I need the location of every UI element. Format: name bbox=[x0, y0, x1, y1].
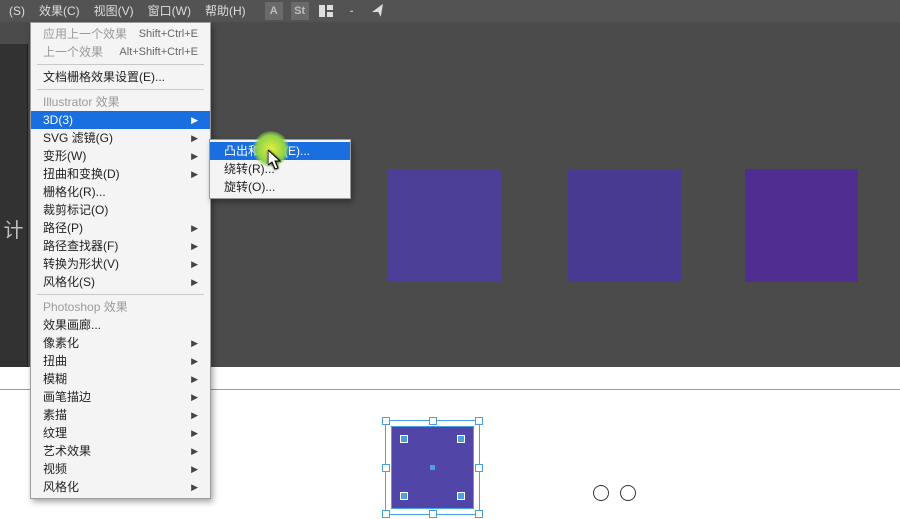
illustrator-header: Illustrator 效果 bbox=[31, 93, 210, 111]
handle-br[interactable] bbox=[475, 510, 483, 518]
effect-cropmarks[interactable]: 裁剪标记(O) bbox=[31, 201, 210, 219]
effect-svg-filters[interactable]: SVG 滤镜(G)▶ bbox=[31, 129, 210, 147]
effect-rasterize[interactable]: 栅格化(R)... bbox=[31, 183, 210, 201]
menu-view[interactable]: 视图(V) bbox=[87, 0, 141, 22]
swatch-2[interactable] bbox=[568, 169, 681, 282]
menu-effect[interactable]: 效果(C) bbox=[32, 0, 87, 22]
selected-shape[interactable] bbox=[385, 420, 480, 515]
rotate-3d[interactable]: 旋转(O)... bbox=[210, 178, 350, 196]
swatch-3[interactable] bbox=[745, 169, 858, 282]
effect-pixelate[interactable]: 像素化▶ bbox=[31, 334, 210, 352]
effect-texture[interactable]: 纹理▶ bbox=[31, 424, 210, 442]
circle-object-1[interactable] bbox=[593, 485, 609, 501]
effect-warp[interactable]: 变形(W)▶ bbox=[31, 147, 210, 165]
arrange-icon[interactable] bbox=[317, 2, 335, 20]
handle-mr[interactable] bbox=[475, 464, 483, 472]
handle-ml[interactable] bbox=[382, 464, 390, 472]
submenu-3d: 凸出和斜角(E)... 绕转(R)... 旋转(O)... bbox=[209, 139, 351, 199]
effect-ps-stylize[interactable]: 风格化▶ bbox=[31, 478, 210, 496]
swatch-1[interactable] bbox=[388, 169, 501, 282]
photoshop-header: Photoshop 效果 bbox=[31, 298, 210, 316]
apply-last-effect: 应用上一个效果 Shift+Ctrl+E bbox=[31, 25, 210, 43]
effect-menu: 应用上一个效果 Shift+Ctrl+E 上一个效果 Alt+Shift+Ctr… bbox=[30, 22, 211, 499]
handle-tl[interactable] bbox=[382, 417, 390, 425]
effect-sketch[interactable]: 素描▶ bbox=[31, 406, 210, 424]
handle-tr[interactable] bbox=[475, 417, 483, 425]
stock-icon[interactable]: St bbox=[291, 2, 309, 20]
circle-object-2[interactable] bbox=[620, 485, 636, 501]
handle-bl[interactable] bbox=[382, 510, 390, 518]
effect-stylize-ai[interactable]: 风格化(S)▶ bbox=[31, 273, 210, 291]
effect-3d[interactable]: 3D(3)▶ bbox=[31, 111, 210, 129]
last-effect: 上一个效果 Alt+Shift+Ctrl+E bbox=[31, 43, 210, 61]
handle-tm[interactable] bbox=[429, 417, 437, 425]
doc-glyph: 计 bbox=[4, 214, 24, 243]
plane-icon[interactable] bbox=[369, 2, 387, 20]
effect-ps-distort[interactable]: 扭曲▶ bbox=[31, 352, 210, 370]
menu-window[interactable]: 窗口(W) bbox=[141, 0, 198, 22]
menu-s[interactable]: (S) bbox=[2, 0, 32, 22]
effect-distort[interactable]: 扭曲和变换(D)▶ bbox=[31, 165, 210, 183]
effect-artistic[interactable]: 艺术效果▶ bbox=[31, 442, 210, 460]
center-point[interactable] bbox=[430, 465, 435, 470]
font-a-icon[interactable]: A bbox=[265, 2, 283, 20]
bounding-box bbox=[385, 420, 480, 515]
effect-path[interactable]: 路径(P)▶ bbox=[31, 219, 210, 237]
effect-video[interactable]: 视频▶ bbox=[31, 460, 210, 478]
extrude-bevel[interactable]: 凸出和斜角(E)... bbox=[210, 142, 350, 160]
menu-help[interactable]: 帮助(H) bbox=[198, 0, 253, 22]
handle-bm[interactable] bbox=[429, 510, 437, 518]
effect-pathfinder[interactable]: 路径查找器(F)▶ bbox=[31, 237, 210, 255]
doc-raster-settings[interactable]: 文档栅格效果设置(E)... bbox=[31, 68, 210, 86]
effect-gallery[interactable]: 效果画廊... bbox=[31, 316, 210, 334]
revolve[interactable]: 绕转(R)... bbox=[210, 160, 350, 178]
dash-icon: - bbox=[343, 2, 361, 20]
doc-tab-sidebar: 计 bbox=[0, 44, 28, 379]
effect-blur[interactable]: 模糊▶ bbox=[31, 370, 210, 388]
effect-convert-shape[interactable]: 转换为形状(V)▶ bbox=[31, 255, 210, 273]
effect-brush[interactable]: 画笔描边▶ bbox=[31, 388, 210, 406]
menubar: (S) 效果(C) 视图(V) 窗口(W) 帮助(H) A St - bbox=[0, 0, 900, 23]
